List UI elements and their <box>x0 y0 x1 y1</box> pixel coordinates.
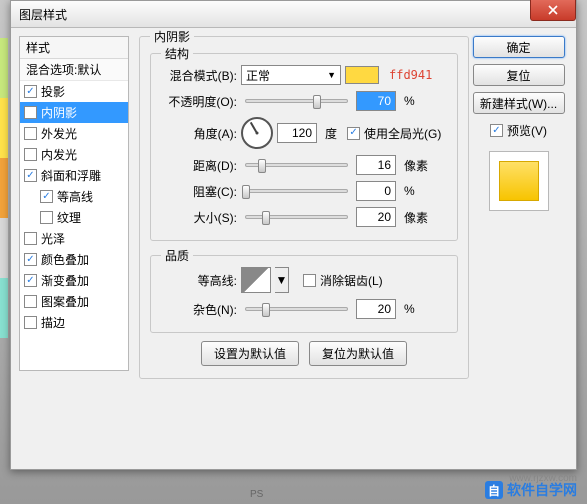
choke-slider[interactable] <box>245 189 348 193</box>
sidebar-item-label: 渐变叠加 <box>41 272 89 289</box>
contour-dropdown[interactable]: ▼ <box>275 267 289 293</box>
ok-button[interactable]: 确定 <box>473 36 565 58</box>
distance-label: 距离(D): <box>159 157 237 174</box>
sidebar-item-7[interactable]: 光泽 <box>20 228 128 249</box>
sidebar-checkbox[interactable] <box>24 106 37 119</box>
angle-label: 角度(A): <box>159 125 237 142</box>
sidebar-checkbox[interactable] <box>24 169 37 182</box>
sidebar-blend-options[interactable]: 混合选项:默认 <box>20 59 128 81</box>
distance-slider[interactable] <box>245 163 348 167</box>
color-swatch[interactable] <box>345 66 379 84</box>
size-input[interactable]: 20 <box>356 207 396 227</box>
global-light-checkbox[interactable] <box>347 127 360 140</box>
new-style-button[interactable]: 新建样式(W)... <box>473 92 565 114</box>
sidebar-item-label: 等高线 <box>57 188 93 205</box>
preview-label: 预览(V) <box>507 122 547 139</box>
contour-picker[interactable] <box>241 267 271 293</box>
blend-mode-label: 混合模式(B): <box>159 67 237 84</box>
sidebar-checkbox[interactable] <box>24 148 37 161</box>
sidebar-item-3[interactable]: 内发光 <box>20 144 128 165</box>
preview-checkbox[interactable] <box>490 124 503 137</box>
sidebar-checkbox[interactable] <box>24 85 37 98</box>
layer-style-dialog: 图层样式 样式 混合选项:默认 投影内阴影外发光内发光斜面和浮雕等高线纹理光泽颜… <box>10 0 577 470</box>
size-unit: 像素 <box>404 209 428 226</box>
contour-label: 等高线: <box>159 272 237 289</box>
sidebar-header: 样式 <box>20 37 128 59</box>
color-hex: ffd941 <box>389 68 432 82</box>
sidebar-checkbox[interactable] <box>24 253 37 266</box>
sidebar-item-label: 纹理 <box>57 209 81 226</box>
sidebar-item-label: 图案叠加 <box>41 293 89 310</box>
angle-unit: 度 <box>325 125 337 142</box>
sidebar-item-1[interactable]: 内阴影 <box>20 102 128 123</box>
quality-title: 品质 <box>161 247 193 264</box>
blend-mode-select[interactable]: 正常 <box>241 65 341 85</box>
sidebar-item-label: 斜面和浮雕 <box>41 167 101 184</box>
sidebar-checkbox[interactable] <box>24 316 37 329</box>
distance-unit: 像素 <box>404 157 428 174</box>
choke-unit: % <box>404 184 415 198</box>
distance-input[interactable]: 16 <box>356 155 396 175</box>
watermark-icon: 自 <box>485 481 503 499</box>
opacity-label: 不透明度(O): <box>159 93 237 110</box>
close-button[interactable] <box>530 0 576 21</box>
sidebar-item-label: 描边 <box>41 314 65 331</box>
sidebar-item-label: 光泽 <box>41 230 65 247</box>
structure-title: 结构 <box>161 45 193 62</box>
preview-box <box>489 151 549 211</box>
sidebar-item-2[interactable]: 外发光 <box>20 123 128 144</box>
sidebar-item-8[interactable]: 颜色叠加 <box>20 249 128 270</box>
sidebar-item-label: 颜色叠加 <box>41 251 89 268</box>
sidebar-checkbox[interactable] <box>40 190 53 203</box>
antialias-label: 消除锯齿(L) <box>320 272 383 289</box>
global-light-label: 使用全局光(G) <box>364 125 441 142</box>
cancel-button[interactable]: 复位 <box>473 64 565 86</box>
choke-label: 阻塞(C): <box>159 183 237 200</box>
sidebar-item-10[interactable]: 图案叠加 <box>20 291 128 312</box>
angle-dial[interactable] <box>241 117 273 149</box>
right-column: 确定 复位 新建样式(W)... 预览(V) <box>471 36 566 211</box>
titlebar[interactable]: 图层样式 <box>11 1 576 28</box>
antialias-checkbox[interactable] <box>303 274 316 287</box>
choke-input[interactable]: 0 <box>356 181 396 201</box>
sidebar-item-11[interactable]: 描边 <box>20 312 128 333</box>
opacity-input[interactable]: 70 <box>356 91 396 111</box>
sidebar-checkbox[interactable] <box>24 274 37 287</box>
preview-swatch <box>499 161 539 201</box>
size-label: 大小(S): <box>159 209 237 226</box>
sidebar-item-6[interactable]: 纹理 <box>20 207 128 228</box>
styles-sidebar: 样式 混合选项:默认 投影内阴影外发光内发光斜面和浮雕等高线纹理光泽颜色叠加渐变… <box>19 36 129 371</box>
sidebar-checkbox[interactable] <box>40 211 53 224</box>
sidebar-item-label: 内阴影 <box>41 104 77 121</box>
reset-default-button[interactable]: 复位为默认值 <box>309 341 407 366</box>
noise-label: 杂色(N): <box>159 301 237 318</box>
close-icon <box>548 5 558 15</box>
noise-input[interactable]: 20 <box>356 299 396 319</box>
sidebar-checkbox[interactable] <box>24 232 37 245</box>
sidebar-item-0[interactable]: 投影 <box>20 81 128 102</box>
sidebar-item-label: 外发光 <box>41 125 77 142</box>
ps-label: PS <box>250 489 263 500</box>
watermark: 自 软件自学网 <box>485 480 577 500</box>
sidebar-item-4[interactable]: 斜面和浮雕 <box>20 165 128 186</box>
watermark-text: 软件自学网 <box>507 480 577 500</box>
sidebar-item-label: 投影 <box>41 83 65 100</box>
dialog-title: 图层样式 <box>19 6 67 23</box>
noise-slider[interactable] <box>245 307 348 311</box>
panel-title: 内阴影 <box>150 28 194 45</box>
angle-input[interactable]: 120 <box>277 123 317 143</box>
sidebar-item-9[interactable]: 渐变叠加 <box>20 270 128 291</box>
sidebar-item-5[interactable]: 等高线 <box>20 186 128 207</box>
size-slider[interactable] <box>245 215 348 219</box>
opacity-slider[interactable] <box>245 99 348 103</box>
noise-unit: % <box>404 302 415 316</box>
opacity-unit: % <box>404 94 415 108</box>
sidebar-checkbox[interactable] <box>24 295 37 308</box>
set-default-button[interactable]: 设置为默认值 <box>201 341 299 366</box>
sidebar-item-label: 内发光 <box>41 146 77 163</box>
main-panel: 内阴影 结构 混合模式(B): 正常 ffd941 不透明度(O): 70 % <box>139 36 469 389</box>
sidebar-checkbox[interactable] <box>24 127 37 140</box>
